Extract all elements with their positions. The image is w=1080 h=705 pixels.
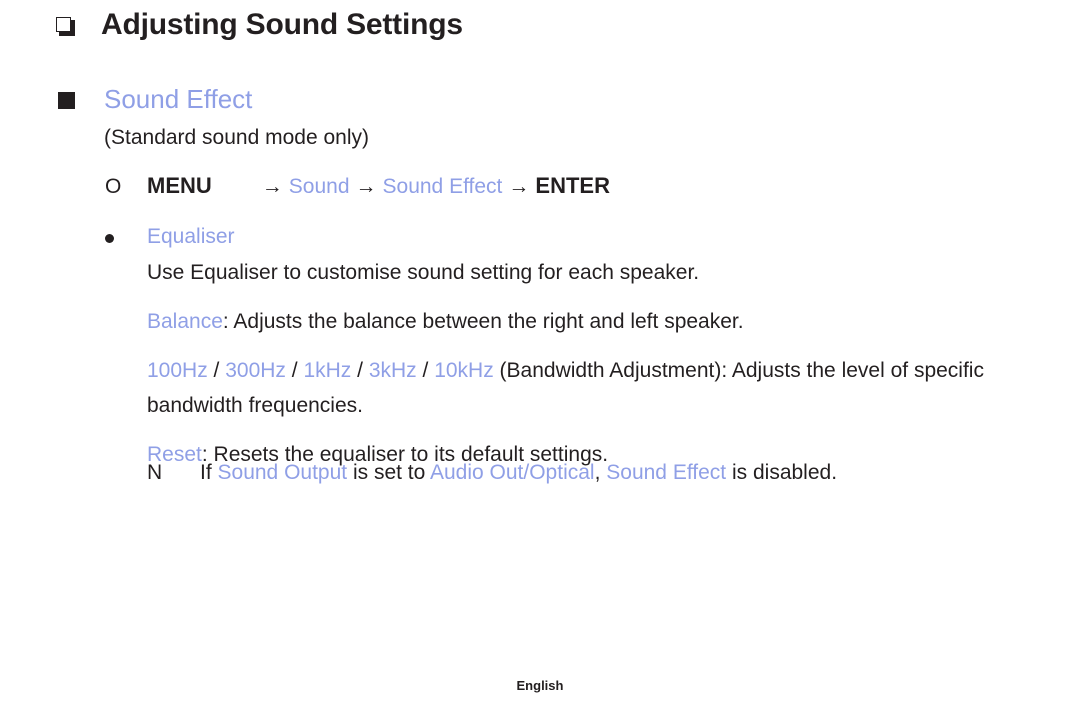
circle-outline-icon: O: [105, 175, 122, 198]
note-term-sound-effect: Sound Effect: [606, 461, 727, 484]
frequency-separator-2: /: [285, 359, 304, 382]
note-middle: is set to: [347, 461, 430, 484]
filled-square-icon: [58, 92, 75, 110]
arrow-icon-1: →: [261, 175, 283, 198]
note-prefix: If: [200, 461, 218, 484]
frequency-separator-3: /: [351, 359, 369, 382]
enter-key-label: ENTER: [535, 173, 610, 198]
menu-path-item-sound-effect: Sound Effect: [382, 175, 503, 198]
note-suffix: is disabled.: [726, 461, 838, 484]
footer-language: English: [516, 678, 564, 693]
balance-term: Balance: [147, 310, 223, 333]
note-term-sound-output: Sound Output: [217, 461, 348, 484]
equaliser-label: Equaliser: [147, 225, 235, 248]
page-title: Adjusting Sound Settings: [101, 8, 463, 41]
hollow-square-icon: [56, 17, 75, 36]
menu-path-item-sound: Sound: [288, 175, 350, 198]
bandwidth-line: 100Hz / 300Hz / 1kHz / 3kHz / 10kHz (Ban…: [147, 353, 1027, 423]
frequency-3khz: 3kHz: [368, 359, 417, 382]
bullet-dot-icon: [105, 233, 147, 243]
section-condition: (Standard sound mode only): [104, 126, 369, 149]
section-heading: Sound Effect: [58, 85, 252, 114]
frequency-separator-1: /: [207, 359, 226, 382]
frequency-separator-4: /: [416, 359, 435, 382]
menu-key-label: MENU: [147, 173, 212, 198]
arrow-icon-2: →: [355, 175, 377, 198]
equaliser-description: Use Equaliser to customise sound setting…: [147, 261, 700, 284]
manual-page: Adjusting Sound Settings Sound Effect (S…: [0, 0, 1080, 705]
frequency-300hz: 300Hz: [225, 359, 286, 382]
frequency-10khz: 10kHz: [434, 359, 494, 382]
equaliser-body: Use Equaliser to customise sound setting…: [147, 255, 1047, 486]
note-n-icon: N: [147, 461, 163, 484]
menu-path: O MENU → Sound → Sound Effect → ENTER: [105, 173, 610, 199]
equaliser-heading: Equaliser: [105, 225, 235, 249]
balance-line: Balance: Adjusts the balance between the…: [147, 304, 1047, 339]
note-line: N If Sound Output is set to Audio Out/Op…: [147, 461, 837, 485]
frequency-100hz: 100Hz: [147, 359, 208, 382]
note-comma: ,: [594, 461, 607, 484]
section-title: Sound Effect: [104, 84, 253, 114]
note-text: If Sound Output is set to Audio Out/Opti…: [200, 461, 837, 485]
arrow-icon-3: →: [508, 175, 530, 198]
note-term-audio-out-optical: Audio Out/Optical: [430, 461, 595, 484]
chapter-heading: Adjusting Sound Settings: [56, 8, 463, 41]
frequency-1khz: 1kHz: [303, 359, 352, 382]
balance-text: : Adjusts the balance between the right …: [222, 310, 744, 333]
